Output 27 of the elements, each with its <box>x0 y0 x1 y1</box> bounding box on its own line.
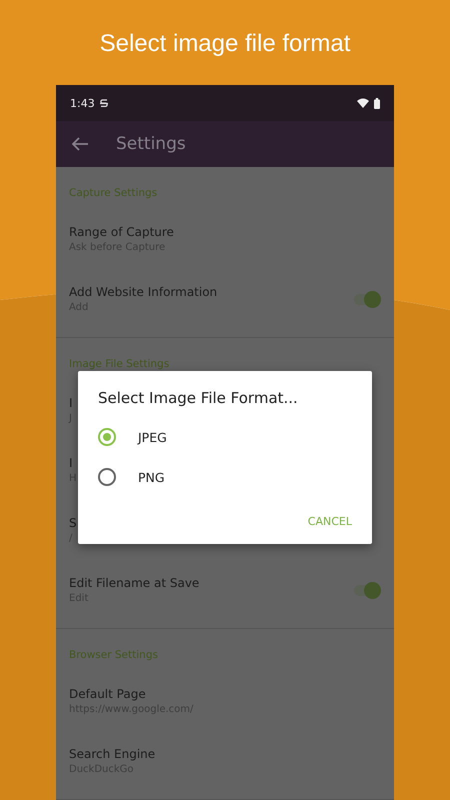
wifi-icon <box>357 98 369 108</box>
toggle-switch[interactable] <box>354 584 378 596</box>
status-time: 1:43 <box>70 96 95 110</box>
section-header: Capture Settings <box>68 186 158 201</box>
option-label[interactable]: PNG <box>138 470 165 484</box>
setting-title[interactable]: Edit Filename at Save <box>69 576 200 590</box>
app-bar-title: Settings <box>116 134 186 154</box>
setting-title[interactable]: Default Page <box>69 687 146 701</box>
setting-title[interactable]: I <box>69 456 73 470</box>
setting-title[interactable]: I <box>69 396 73 410</box>
setting-summary: / <box>69 533 72 544</box>
section-header: Browser Settings <box>68 648 159 663</box>
cancel-button[interactable]: CANCEL <box>308 509 352 534</box>
section-header: Image File Settings <box>68 357 170 372</box>
setting-title[interactable]: Search Engine <box>69 747 156 761</box>
setting-title[interactable]: S <box>69 516 77 530</box>
option-label[interactable]: JPEG <box>138 430 167 444</box>
radio-button[interactable] <box>98 428 116 446</box>
battery-icon <box>374 98 380 108</box>
radio-button[interactable] <box>98 468 116 486</box>
back-arrow-icon[interactable] <box>72 137 88 151</box>
sync-icon <box>100 98 108 108</box>
setting-title[interactable]: Add Website Information <box>69 285 218 299</box>
headline: Select image file format <box>100 30 350 59</box>
toggle-switch[interactable] <box>354 294 378 304</box>
dialog-title: Select Image File Format... <box>98 389 299 407</box>
setting-title[interactable]: Range of Capture <box>69 225 174 239</box>
